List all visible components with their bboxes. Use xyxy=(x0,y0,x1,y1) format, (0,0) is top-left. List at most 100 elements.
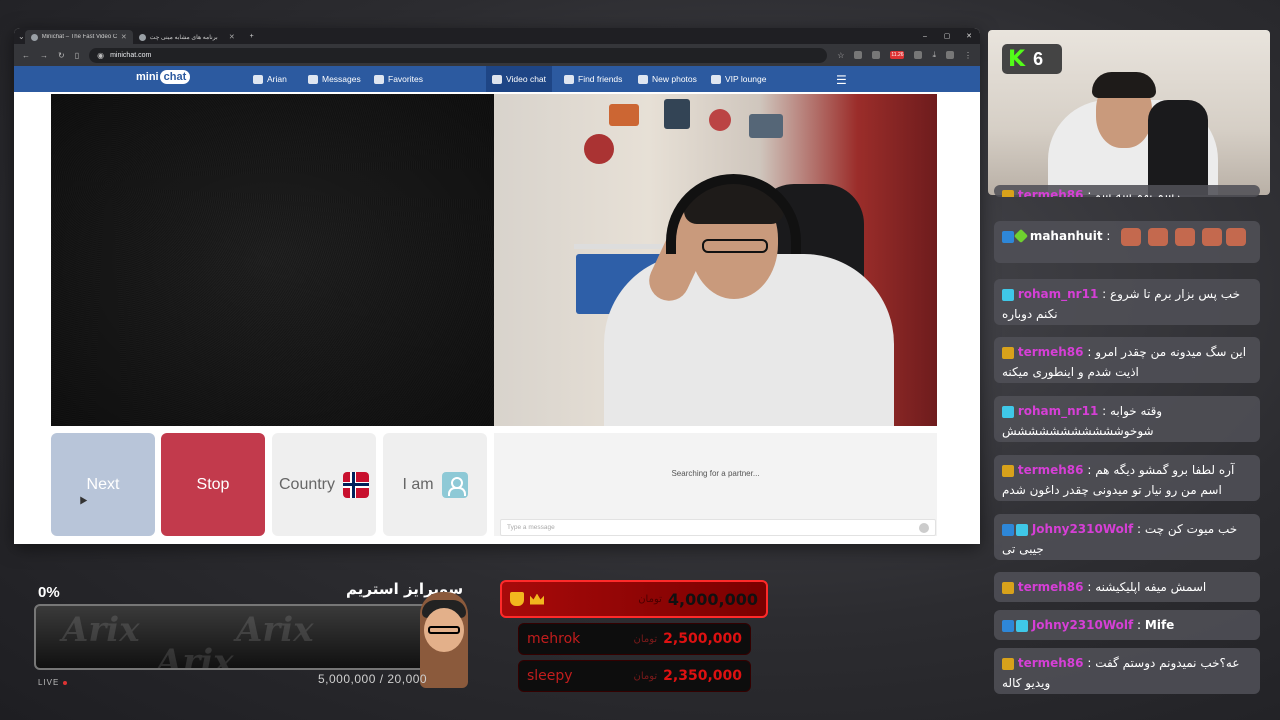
og-badge-icon xyxy=(1013,228,1029,243)
tab-title: Minichat – The Fast Video C xyxy=(41,34,117,40)
chat-username: termeh86 xyxy=(1017,188,1084,197)
profile-icon[interactable] xyxy=(946,51,954,59)
extensions-puzzle-icon[interactable] xyxy=(914,51,923,59)
stop-label: Stop xyxy=(196,475,230,493)
subscriber-badge-icon xyxy=(1016,523,1028,536)
viewer-count: 6 xyxy=(1033,48,1044,69)
extension-badge-icon[interactable]: 11.26 xyxy=(890,51,905,59)
chat-message: roham_nr11 : خب پس بزار برم تا شروع نکنم… xyxy=(994,279,1260,325)
message-input[interactable]: Type a message xyxy=(500,519,936,536)
emoji-icon[interactable] xyxy=(919,523,929,533)
download-icon[interactable]: ⤓ xyxy=(932,50,936,60)
chat-username: Johny2310Wolf xyxy=(1031,522,1134,536)
menu-dots-icon[interactable]: ⋮ xyxy=(964,51,972,60)
logo-prefix: mini xyxy=(136,71,159,83)
donor-amount: 4,000,000 xyxy=(667,589,758,609)
gender-button[interactable]: I am xyxy=(383,433,487,536)
nav-favorites[interactable]: Favorites xyxy=(374,74,423,84)
kick-logo-icon: K xyxy=(1008,46,1026,72)
donor-name: mehrok xyxy=(527,631,581,647)
donor-amount: 2,350,000 xyxy=(663,668,742,684)
subscriber-badge-icon xyxy=(1002,657,1014,670)
nav-label: Find friends xyxy=(578,74,623,84)
chat-message: termeh86 : اسمش میفه اپلیکیشنه xyxy=(994,572,1260,602)
subscriber-badge-icon xyxy=(1002,581,1014,594)
tab-strip: ⌄ Minichat – The Fast Video C ✕ برنامه ه… xyxy=(14,28,980,44)
tab-close-icon[interactable]: ✕ xyxy=(121,33,127,41)
site-info-icon[interactable]: ◉ xyxy=(97,51,104,60)
subscriber-badge-icon xyxy=(1016,619,1028,632)
country-button[interactable]: Country xyxy=(272,433,376,536)
viewer-count-badge: K 6 xyxy=(1002,44,1062,74)
hamburger-menu-icon[interactable]: ☰ xyxy=(836,73,847,87)
minichat-logo[interactable]: mini chat xyxy=(136,70,191,84)
google-favicon xyxy=(138,33,146,41)
partner-video-static xyxy=(51,94,494,426)
chat-message: mahanhuit : xyxy=(994,221,1260,263)
chat-username: termeh86 xyxy=(1017,580,1084,594)
country-label: Country xyxy=(278,475,336,493)
emote-icon xyxy=(1202,227,1223,246)
subscriber-badge-icon xyxy=(1002,405,1014,418)
star-icon[interactable]: ☆ xyxy=(837,51,844,60)
chat-text: Mife xyxy=(1144,618,1175,632)
tab-search-icon[interactable]: ⌄ xyxy=(18,32,25,41)
next-button[interactable]: Next xyxy=(51,433,155,536)
reload-icon[interactable]: ↻ xyxy=(58,51,65,60)
nav-profile[interactable]: Arian xyxy=(253,74,287,84)
emote-icon xyxy=(1148,227,1169,246)
streamer-avatar xyxy=(420,592,468,688)
chat-username: Johny2310Wolf xyxy=(1031,618,1134,632)
wall-poster xyxy=(664,99,690,129)
back-icon[interactable]: ← xyxy=(22,51,30,60)
emote-icon xyxy=(1175,227,1196,246)
nav-label: Favorites xyxy=(388,74,423,84)
tab-search[interactable]: برنامه های مشابه مینی چت ✕ xyxy=(133,30,241,44)
wall-poster xyxy=(584,134,614,164)
donor-amount: 2,500,000 xyxy=(663,631,742,647)
verified-badge-icon xyxy=(1002,619,1014,632)
cam-chair xyxy=(1148,100,1208,195)
glasses xyxy=(702,239,768,253)
stop-button[interactable]: Stop xyxy=(161,433,265,536)
trophy-icon xyxy=(510,592,524,606)
extension-icon[interactable] xyxy=(854,51,863,59)
nav-label: Arian xyxy=(267,74,287,84)
tab-minichat[interactable]: Minichat – The Fast Video C ✕ xyxy=(24,30,133,44)
nav-video-chat[interactable]: Video chat xyxy=(486,66,553,92)
crown-icon xyxy=(711,74,721,84)
new-tab-button[interactable]: + xyxy=(241,33,263,40)
close-window-button[interactable]: ✕ xyxy=(958,32,980,40)
emote-icon xyxy=(1121,227,1142,246)
self-webcam-video xyxy=(494,94,937,426)
chat-username: termeh86 xyxy=(1017,656,1084,670)
nav-new-photos[interactable]: New photos xyxy=(638,74,697,84)
sidepanel-icon[interactable]: ▯ xyxy=(75,51,79,60)
minimize-button[interactable]: – xyxy=(914,33,936,40)
currency-unit: تومان xyxy=(638,593,662,605)
nav-label: VIP lounge xyxy=(725,74,767,84)
nav-messages[interactable]: Messages xyxy=(308,74,361,84)
url-field[interactable]: ◉ minichat.com xyxy=(89,47,828,63)
crown-icon xyxy=(530,593,544,605)
currency-unit: تومان xyxy=(633,670,658,682)
subscriber-badge-icon xyxy=(1002,346,1014,359)
norway-flag-icon xyxy=(343,471,370,498)
address-bar-row: ← → ↻ ▯ ◉ minichat.com ☆ 11.26 ⤓ ⋮ xyxy=(14,44,980,66)
chat-message: Johny2310Wolf : خب میوت کن چت جیبی تی xyxy=(994,514,1260,560)
search-icon xyxy=(564,74,574,84)
maximize-button[interactable]: ▢ xyxy=(936,32,958,40)
live-indicator: LIVE xyxy=(38,678,68,687)
chat-message: Johny2310Wolf : Mife xyxy=(994,610,1260,640)
extension-icon[interactable] xyxy=(872,51,881,59)
forward-icon[interactable]: → xyxy=(40,51,48,60)
arix-watermark-logo: Arix xyxy=(156,642,234,670)
tab-close-icon[interactable]: ✕ xyxy=(229,33,235,41)
chat-username: termeh86 xyxy=(1017,463,1084,477)
chat-text: رسم بهم سه سو xyxy=(1095,188,1181,197)
donor-name: sleepy xyxy=(527,668,573,684)
minichat-favicon xyxy=(30,33,38,41)
donor-row: mehrok تومان 2,500,000 xyxy=(518,623,751,655)
nav-vip-lounge[interactable]: VIP lounge xyxy=(711,74,766,84)
nav-find-friends[interactable]: Find friends xyxy=(564,74,622,84)
